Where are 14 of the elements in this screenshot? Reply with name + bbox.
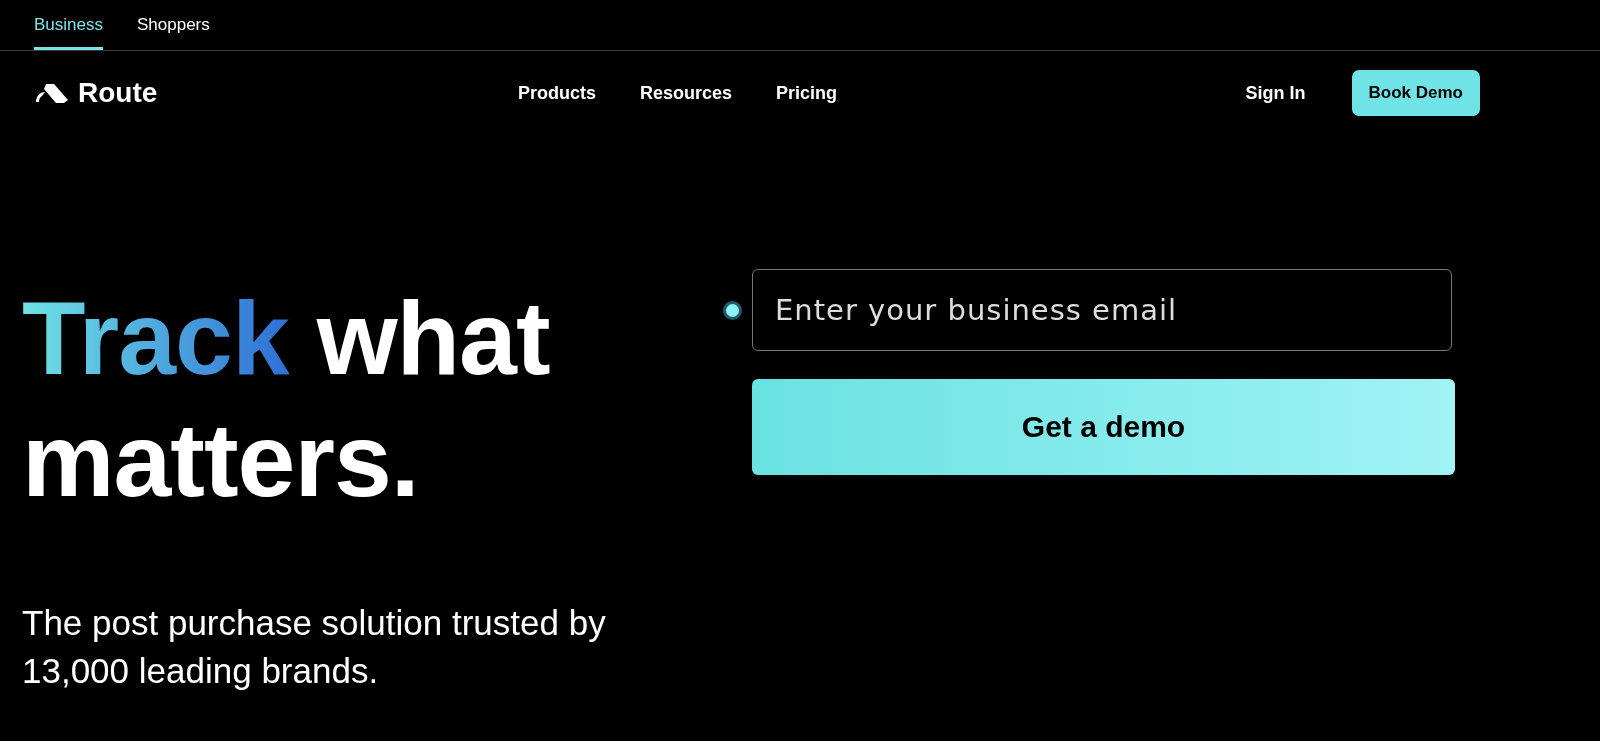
sign-in-link[interactable]: Sign In bbox=[1245, 82, 1306, 104]
get-demo-button[interactable]: Get a demo bbox=[752, 379, 1455, 475]
subtitle: The post purchase solution trusted by 13,000 leading brands. bbox=[22, 602, 607, 692]
dot-icon bbox=[723, 300, 742, 320]
audience-tab[interactable]: Shoppers bbox=[137, 0, 210, 50]
logo-icon bbox=[34, 82, 70, 104]
brand-name[interactable]: Route bbox=[78, 77, 158, 109]
nav-link[interactable]: Resources bbox=[640, 82, 733, 104]
nav-link[interactable]: Products bbox=[518, 82, 596, 104]
nav-link[interactable]: Pricing bbox=[776, 82, 838, 104]
headline: Track what matters. bbox=[22, 279, 551, 520]
audience-tab[interactable]: Business bbox=[34, 0, 103, 50]
email-field[interactable]: Enter your business email bbox=[752, 269, 1452, 351]
book-demo-button[interactable]: Book Demo bbox=[1351, 70, 1480, 116]
